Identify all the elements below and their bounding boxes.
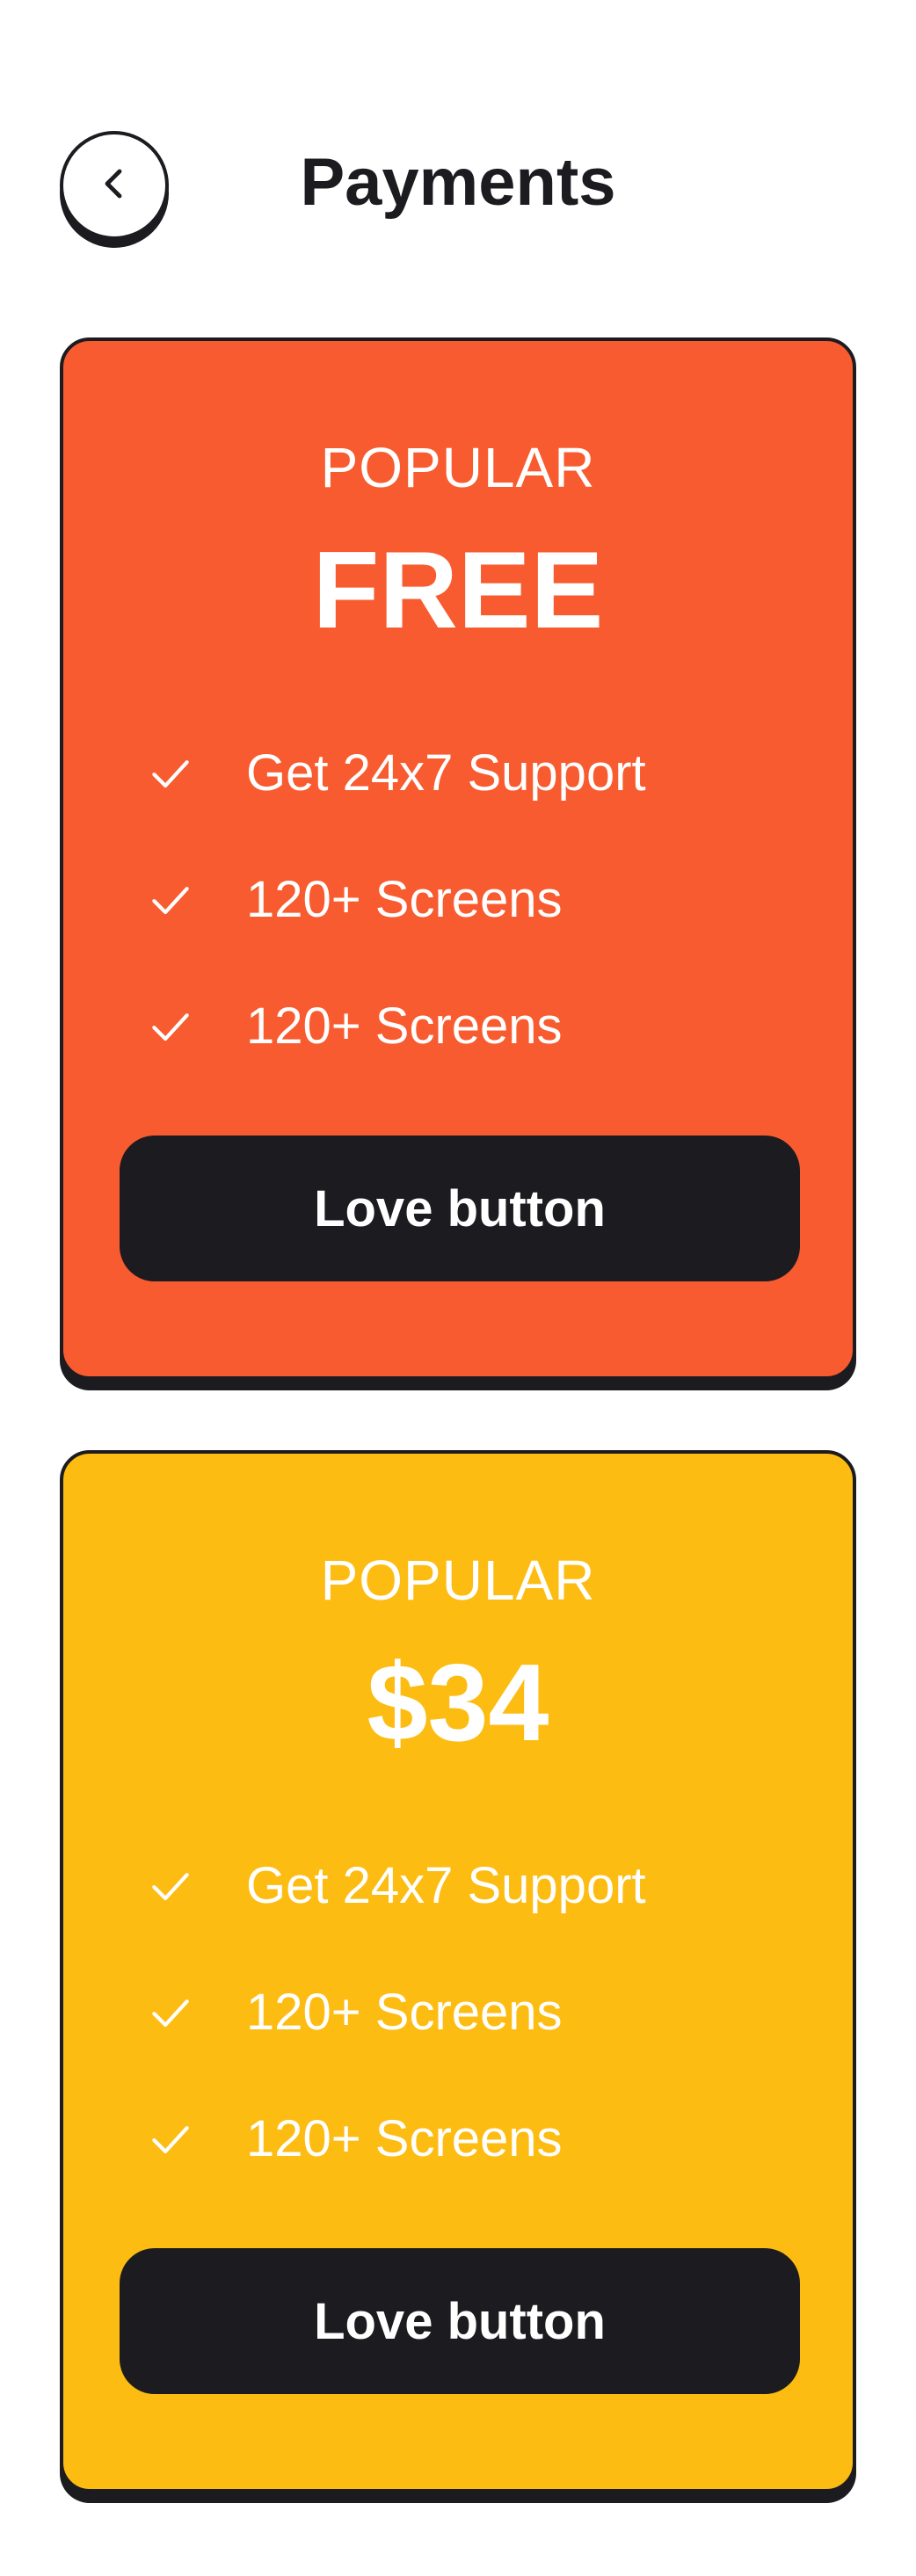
feature-text: 120+ Screens [246, 2110, 563, 2167]
feature-item: 120+ Screens [142, 2076, 811, 2202]
feature-item: 120+ Screens [142, 963, 811, 1090]
feature-list: Get 24x7 Support 120+ Screens 120+ Scree… [142, 710, 811, 1090]
page-title: Payments [300, 145, 616, 220]
check-icon [142, 1858, 199, 1914]
plan-price: $34 [367, 1643, 549, 1764]
check-icon [142, 1985, 199, 2041]
feature-text: 120+ Screens [246, 871, 563, 928]
app-header: Payments [0, 0, 916, 264]
plan-badge: POPULAR [320, 436, 596, 499]
check-icon [142, 872, 199, 928]
feature-item: 120+ Screens [142, 837, 811, 963]
feature-item: Get 24x7 Support [142, 710, 811, 837]
plan-card-free: POPULAR FREE Get 24x7 Support 120+ Scree… [60, 337, 856, 1380]
feature-list: Get 24x7 Support 120+ Screens 120+ Scree… [142, 1823, 811, 2202]
feature-text: Get 24x7 Support [246, 744, 646, 802]
plan-badge: POPULAR [320, 1549, 596, 1612]
feature-text: 120+ Screens [246, 1984, 563, 2041]
check-icon [142, 998, 199, 1055]
feature-item: 120+ Screens [142, 1949, 811, 2076]
check-icon [142, 745, 199, 802]
plan-card-paid: POPULAR $34 Get 24x7 Support 120+ Screen… [60, 1450, 856, 2493]
plan-price: FREE [312, 530, 604, 651]
check-icon [142, 2111, 199, 2167]
feature-text: 120+ Screens [246, 998, 563, 1055]
love-button[interactable]: Love button [120, 1136, 800, 1281]
love-button[interactable]: Love button [120, 2248, 800, 2394]
feature-item: Get 24x7 Support [142, 1823, 811, 1949]
feature-text: Get 24x7 Support [246, 1857, 646, 1914]
